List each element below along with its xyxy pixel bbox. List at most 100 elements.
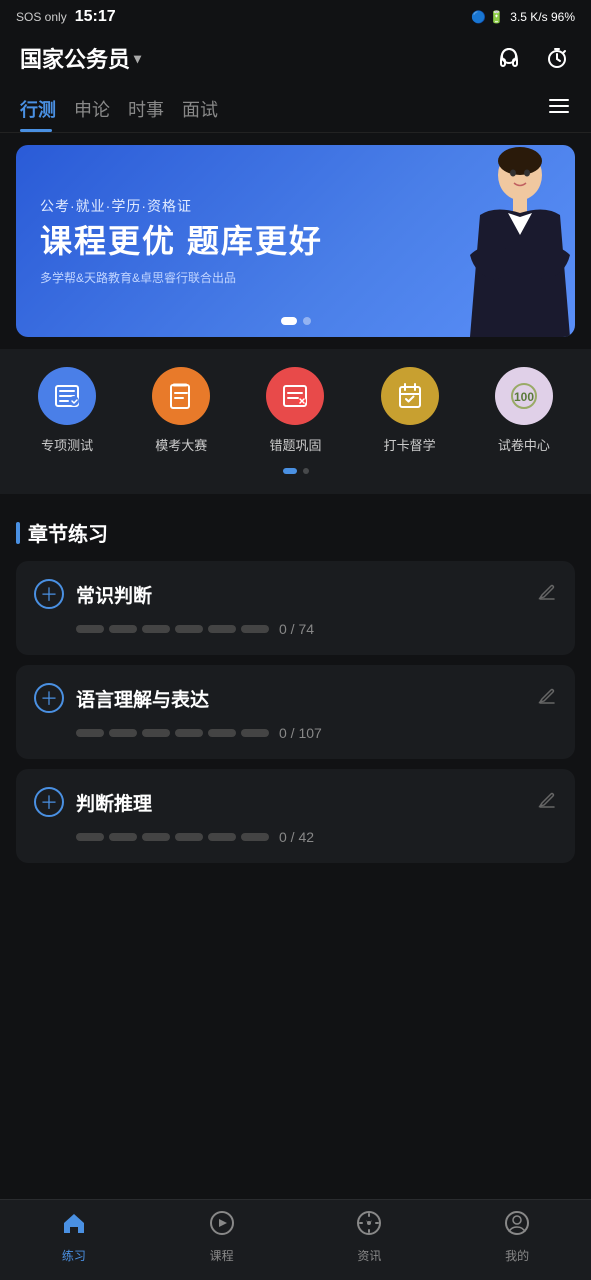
progress-seg bbox=[76, 729, 104, 737]
status-right: 🔵 🔋 3.5 K/s 96% bbox=[471, 10, 575, 24]
shijuan-icon: 100 bbox=[495, 367, 553, 425]
banner-figure bbox=[395, 145, 575, 337]
status-icons: 🔵 🔋 bbox=[471, 10, 504, 24]
progress-seg bbox=[142, 729, 170, 737]
banner-dots bbox=[281, 317, 311, 325]
feature-cuoti[interactable]: 错题巩固 bbox=[266, 367, 324, 454]
timer-icon[interactable] bbox=[543, 44, 571, 72]
progress-seg bbox=[241, 833, 269, 841]
feature-label-cuoti: 错题巩固 bbox=[269, 435, 321, 454]
chapter-header-3: ＋ 判断推理 bbox=[34, 787, 557, 817]
features-section: 专项测试 模考大赛 bbox=[0, 349, 591, 494]
feature-daka[interactable]: 打卡督学 bbox=[381, 367, 439, 454]
progress-count-2: 0 / 107 bbox=[279, 725, 322, 741]
section-title: 章节练习 bbox=[16, 518, 575, 547]
chapter-name-3: 判断推理 bbox=[76, 789, 525, 816]
tab-shenlun[interactable]: 申论 bbox=[74, 86, 128, 132]
banner-dot-1 bbox=[281, 317, 297, 325]
zhuanxiang-icon bbox=[38, 367, 96, 425]
menu-icon[interactable] bbox=[547, 94, 571, 124]
headphone-icon[interactable] bbox=[495, 44, 523, 72]
progress-seg bbox=[241, 729, 269, 737]
banner[interactable]: 公考·就业·学历·资格证 课程更优 题库更好 多学帮&天路教育&卓思睿行联合出品 bbox=[16, 145, 575, 337]
progress-seg bbox=[208, 729, 236, 737]
chapter-name-1: 常识判断 bbox=[76, 581, 525, 608]
banner-dot-2 bbox=[303, 317, 311, 325]
cuoti-icon bbox=[266, 367, 324, 425]
progress-seg bbox=[241, 625, 269, 633]
tab-xingce[interactable]: 行测 bbox=[20, 86, 74, 132]
bottom-nav: 练习 课程 资讯 我的 bbox=[0, 1199, 591, 1280]
app-title: 国家公务员 bbox=[20, 42, 130, 74]
daka-icon bbox=[381, 367, 439, 425]
tab-shishi[interactable]: 时事 bbox=[128, 86, 182, 132]
progress-seg bbox=[76, 833, 104, 841]
feature-mokaodasa[interactable]: 模考大赛 bbox=[152, 367, 210, 454]
bottom-nav-wode[interactable]: 我的 bbox=[482, 1210, 552, 1264]
bottom-label-wode: 我的 bbox=[505, 1247, 529, 1264]
edit-icon-3[interactable] bbox=[537, 790, 557, 815]
play-icon bbox=[209, 1210, 235, 1243]
feature-zhuanxiang[interactable]: 专项测试 bbox=[38, 367, 96, 454]
progress-seg bbox=[175, 729, 203, 737]
compass-icon bbox=[356, 1210, 382, 1243]
bottom-label-kecheng: 课程 bbox=[210, 1247, 234, 1264]
features-row: 专项测试 模考大赛 bbox=[10, 367, 581, 454]
bottom-label-zixun: 资讯 bbox=[357, 1247, 381, 1264]
progress-bars-3 bbox=[76, 833, 269, 841]
progress-row-1: 0 / 74 bbox=[34, 621, 557, 637]
section-bar-icon bbox=[16, 522, 20, 544]
mokao-icon bbox=[152, 367, 210, 425]
progress-seg bbox=[142, 625, 170, 633]
feature-label-shijuan: 试卷中心 bbox=[498, 435, 550, 454]
chevron-down-icon[interactable]: ▾ bbox=[134, 50, 141, 67]
status-bar: SOS only 15:17 🔵 🔋 3.5 K/s 96% bbox=[0, 0, 591, 32]
chapter-header-2: ＋ 语言理解与表达 bbox=[34, 683, 557, 713]
nav-tabs: 行测 申论 时事 面试 bbox=[0, 86, 591, 133]
progress-count-1: 0 / 74 bbox=[279, 621, 314, 637]
chapter-section: 章节练习 ＋ 常识判断 bbox=[0, 502, 591, 863]
progress-seg bbox=[109, 625, 137, 633]
header-icons bbox=[495, 44, 571, 72]
chapter-card-yuyan[interactable]: ＋ 语言理解与表达 0 / 107 bbox=[16, 665, 575, 759]
features-dots bbox=[10, 468, 581, 474]
plus-icon-3[interactable]: ＋ bbox=[34, 787, 64, 817]
profile-icon bbox=[504, 1210, 530, 1243]
progress-seg bbox=[142, 833, 170, 841]
progress-seg bbox=[175, 625, 203, 633]
svg-text:100: 100 bbox=[514, 390, 534, 404]
feature-label-daka: 打卡督学 bbox=[384, 435, 436, 454]
features-dot-1 bbox=[283, 468, 297, 474]
home-icon bbox=[61, 1210, 87, 1243]
status-sos: SOS only bbox=[16, 10, 67, 24]
progress-seg bbox=[109, 729, 137, 737]
progress-seg bbox=[208, 625, 236, 633]
bottom-nav-zixun[interactable]: 资讯 bbox=[334, 1210, 404, 1264]
features-dot-2 bbox=[303, 468, 309, 474]
progress-row-2: 0 / 107 bbox=[34, 725, 557, 741]
section-title-text: 章节练习 bbox=[28, 518, 108, 547]
header-title[interactable]: 国家公务员 ▾ bbox=[20, 42, 141, 74]
tab-mianshi[interactable]: 面试 bbox=[182, 86, 236, 132]
bottom-nav-kecheng[interactable]: 课程 bbox=[187, 1210, 257, 1264]
plus-icon-2[interactable]: ＋ bbox=[34, 683, 64, 713]
plus-icon-1[interactable]: ＋ bbox=[34, 579, 64, 609]
bottom-nav-lianxi[interactable]: 练习 bbox=[39, 1210, 109, 1264]
edit-icon-1[interactable] bbox=[537, 582, 557, 607]
bottom-label-lianxi: 练习 bbox=[62, 1247, 86, 1264]
chapter-card-panduan[interactable]: ＋ 判断推理 0 / 42 bbox=[16, 769, 575, 863]
progress-count-3: 0 / 42 bbox=[279, 829, 314, 845]
status-battery: 3.5 K/s 96% bbox=[510, 10, 575, 24]
chapter-header-1: ＋ 常识判断 bbox=[34, 579, 557, 609]
progress-bars-2 bbox=[76, 729, 269, 737]
feature-label-zhuanxiang: 专项测试 bbox=[41, 435, 93, 454]
chapter-card-changshi[interactable]: ＋ 常识判断 0 / 74 bbox=[16, 561, 575, 655]
edit-icon-2[interactable] bbox=[537, 686, 557, 711]
header: 国家公务员 ▾ bbox=[0, 32, 591, 86]
status-left: SOS only 15:17 bbox=[16, 8, 116, 26]
progress-seg bbox=[175, 833, 203, 841]
chapter-name-2: 语言理解与表达 bbox=[76, 685, 525, 712]
progress-row-3: 0 / 42 bbox=[34, 829, 557, 845]
status-time: 15:17 bbox=[75, 8, 116, 26]
feature-shijuan[interactable]: 100 试卷中心 bbox=[495, 367, 553, 454]
